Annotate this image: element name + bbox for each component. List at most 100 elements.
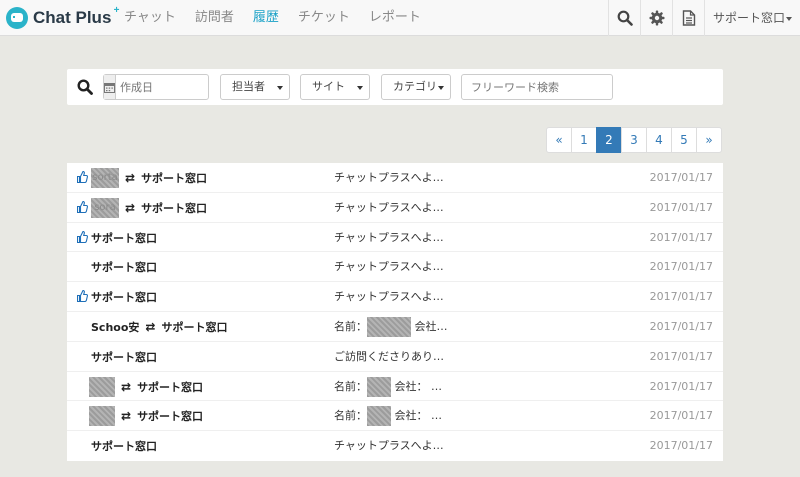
message-preview: ご訪問くださりあり… bbox=[334, 349, 444, 363]
assignee-select[interactable]: 担当者 bbox=[220, 74, 290, 100]
operator-name: サポート窓口 bbox=[137, 410, 204, 424]
message-part: 名前： bbox=[334, 319, 367, 333]
user-menu[interactable]: サポート窓口 bbox=[704, 0, 800, 36]
operator-name: サポート窓口 bbox=[161, 320, 228, 334]
operator-name: サポート窓口 bbox=[91, 261, 157, 275]
message-preview: チャットプラスへよ… bbox=[334, 439, 444, 453]
message-part: 会社： … bbox=[394, 409, 443, 423]
row-date: 2017/01/17 bbox=[649, 379, 713, 393]
category-select[interactable]: カテゴリ bbox=[381, 74, 451, 100]
nav-tickets[interactable]: チケット bbox=[298, 0, 350, 36]
nav-reports[interactable]: レポート bbox=[369, 0, 421, 36]
app-logo[interactable]: Chat Plus + bbox=[6, 5, 119, 29]
message-preview: チャットプラスへよ… bbox=[334, 230, 444, 244]
exchange-arrows-icon: ⇄ bbox=[121, 409, 132, 424]
participants: sorta ⇄ サポート窓口 bbox=[91, 163, 207, 193]
header-search-button[interactable] bbox=[608, 0, 640, 36]
operator-name: サポート窓口 bbox=[91, 231, 157, 245]
nav-history[interactable]: 履歴 bbox=[253, 0, 279, 36]
message-part: 会社… bbox=[414, 319, 448, 333]
message-preview: チャットプラスへよ… bbox=[334, 260, 444, 274]
operator-name: サポート窓口 bbox=[91, 350, 157, 364]
site-select[interactable]: サイト bbox=[300, 74, 370, 100]
thumbs-up-icon bbox=[77, 290, 88, 303]
participants: サポート窓口 bbox=[91, 223, 157, 253]
visitor-name-redacted bbox=[89, 406, 115, 427]
pagination: « 1 2 3 4 5 » bbox=[546, 127, 722, 153]
calendar-button[interactable] bbox=[104, 75, 116, 99]
thumbs-up-icon bbox=[77, 200, 88, 213]
row-date: 2017/01/17 bbox=[649, 171, 713, 184]
message-preview: 名前： 会社： … bbox=[334, 401, 442, 431]
operator-name: サポート窓口 bbox=[141, 201, 208, 215]
message-preview: チャットプラスへよ… bbox=[334, 200, 444, 214]
pagination-page[interactable]: 5 bbox=[671, 127, 697, 153]
search-icon bbox=[77, 79, 93, 95]
caret-down-icon bbox=[438, 86, 444, 90]
chat-bubble-logo-icon bbox=[6, 7, 28, 29]
chat-history-list: sorta ⇄ サポート窓口 チャットプラスへよ… 2017/01/17 sora ⇄… bbox=[67, 163, 723, 461]
pagination-page-current[interactable]: 2 bbox=[596, 127, 622, 153]
caret-down-icon bbox=[786, 16, 793, 21]
row-date: 2017/01/17 bbox=[649, 260, 713, 274]
exchange-arrows-icon: ⇄ bbox=[145, 319, 156, 334]
message-preview: チャットプラスへよ… bbox=[334, 171, 444, 184]
operator-name: サポート窓口 bbox=[141, 172, 208, 185]
main-nav: チャット 訪問者 履歴 チケット レポート bbox=[124, 0, 440, 36]
list-item[interactable]: サポート窓口 チャットプラスへよ… 2017/01/17 bbox=[67, 431, 723, 461]
visitor-name-redacted bbox=[89, 376, 115, 397]
redacted-name bbox=[367, 316, 411, 337]
message-preview: 名前： 会社… bbox=[334, 312, 448, 342]
row-date: 2017/01/17 bbox=[649, 349, 713, 363]
settings-button[interactable] bbox=[640, 0, 672, 36]
app-name: Chat Plus bbox=[33, 8, 112, 27]
filter-bar: 担当者 サイト カテゴリ bbox=[67, 69, 723, 105]
row-date: 2017/01/17 bbox=[649, 230, 713, 244]
operator-name: サポート窓口 bbox=[91, 291, 157, 305]
exchange-arrows-icon: ⇄ bbox=[125, 200, 136, 215]
participants: sora ⇄ サポート窓口 bbox=[91, 193, 207, 223]
document-button[interactable] bbox=[672, 0, 704, 36]
message-preview: 名前： 会社： … bbox=[334, 372, 442, 402]
participants: ⇄ サポート窓口 bbox=[89, 372, 203, 402]
site-select-label: サイト bbox=[312, 80, 345, 93]
operator-name: サポート窓口 bbox=[91, 440, 157, 454]
list-item[interactable]: sorta ⇄ サポート窓口 チャットプラスへよ… 2017/01/17 bbox=[67, 163, 723, 193]
redacted-name bbox=[367, 376, 391, 397]
created-date-filter bbox=[103, 74, 265, 100]
participants: サポート窓口 bbox=[91, 282, 157, 312]
row-date: 2017/01/17 bbox=[649, 439, 713, 453]
list-item[interactable]: サポート窓口 チャットプラスへよ… 2017/01/17 bbox=[67, 223, 723, 253]
list-item[interactable]: Schoo安 ⇄ サポート窓口 名前： 会社… 2017/01/17 bbox=[67, 312, 723, 342]
list-item[interactable]: サポート窓口 チャットプラスへよ… 2017/01/17 bbox=[67, 282, 723, 312]
pagination-prev[interactable]: « bbox=[546, 127, 572, 153]
exchange-arrows-icon: ⇄ bbox=[125, 171, 136, 185]
list-item[interactable]: サポート窓口 ご訪問くださりあり… 2017/01/17 bbox=[67, 342, 723, 372]
thumbs-up-icon bbox=[77, 230, 88, 243]
participants: Schoo安 ⇄ サポート窓口 bbox=[91, 312, 227, 342]
nav-chat[interactable]: チャット bbox=[124, 0, 176, 36]
list-item[interactable]: ⇄ サポート窓口 名前： 会社： … 2017/01/17 bbox=[67, 401, 723, 432]
pagination-next[interactable]: » bbox=[696, 127, 722, 153]
row-date: 2017/01/17 bbox=[649, 409, 713, 423]
top-navbar: Chat Plus + チャット 訪問者 履歴 チケット レポート サポート窓口 bbox=[0, 0, 800, 36]
participants: ⇄ サポート窓口 bbox=[89, 401, 203, 431]
pagination-page[interactable]: 4 bbox=[646, 127, 672, 153]
list-item[interactable]: sora ⇄ サポート窓口 チャットプラスへよ… 2017/01/17 bbox=[67, 193, 723, 223]
message-preview: チャットプラスへよ… bbox=[334, 290, 444, 304]
visitor-name-redacted: sora bbox=[91, 197, 119, 218]
keyword-search-input[interactable] bbox=[461, 74, 613, 100]
visitor-name: Schoo安 bbox=[91, 320, 140, 334]
search-icon bbox=[617, 10, 633, 26]
app-name-plus: + bbox=[113, 5, 120, 16]
pagination-page[interactable]: 1 bbox=[571, 127, 597, 153]
gear-icon bbox=[649, 10, 664, 26]
list-item[interactable]: ⇄ サポート窓口 名前： 会社： … 2017/01/17 bbox=[67, 372, 723, 402]
nav-visitors[interactable]: 訪問者 bbox=[195, 0, 234, 36]
message-part: 名前： bbox=[334, 409, 367, 423]
visitor-name-redacted: sorta bbox=[91, 168, 119, 188]
list-item[interactable]: サポート窓口 チャットプラスへよ… 2017/01/17 bbox=[67, 252, 723, 283]
pagination-page[interactable]: 3 bbox=[621, 127, 647, 153]
message-part: 名前： bbox=[334, 379, 367, 393]
row-date: 2017/01/17 bbox=[649, 290, 713, 304]
